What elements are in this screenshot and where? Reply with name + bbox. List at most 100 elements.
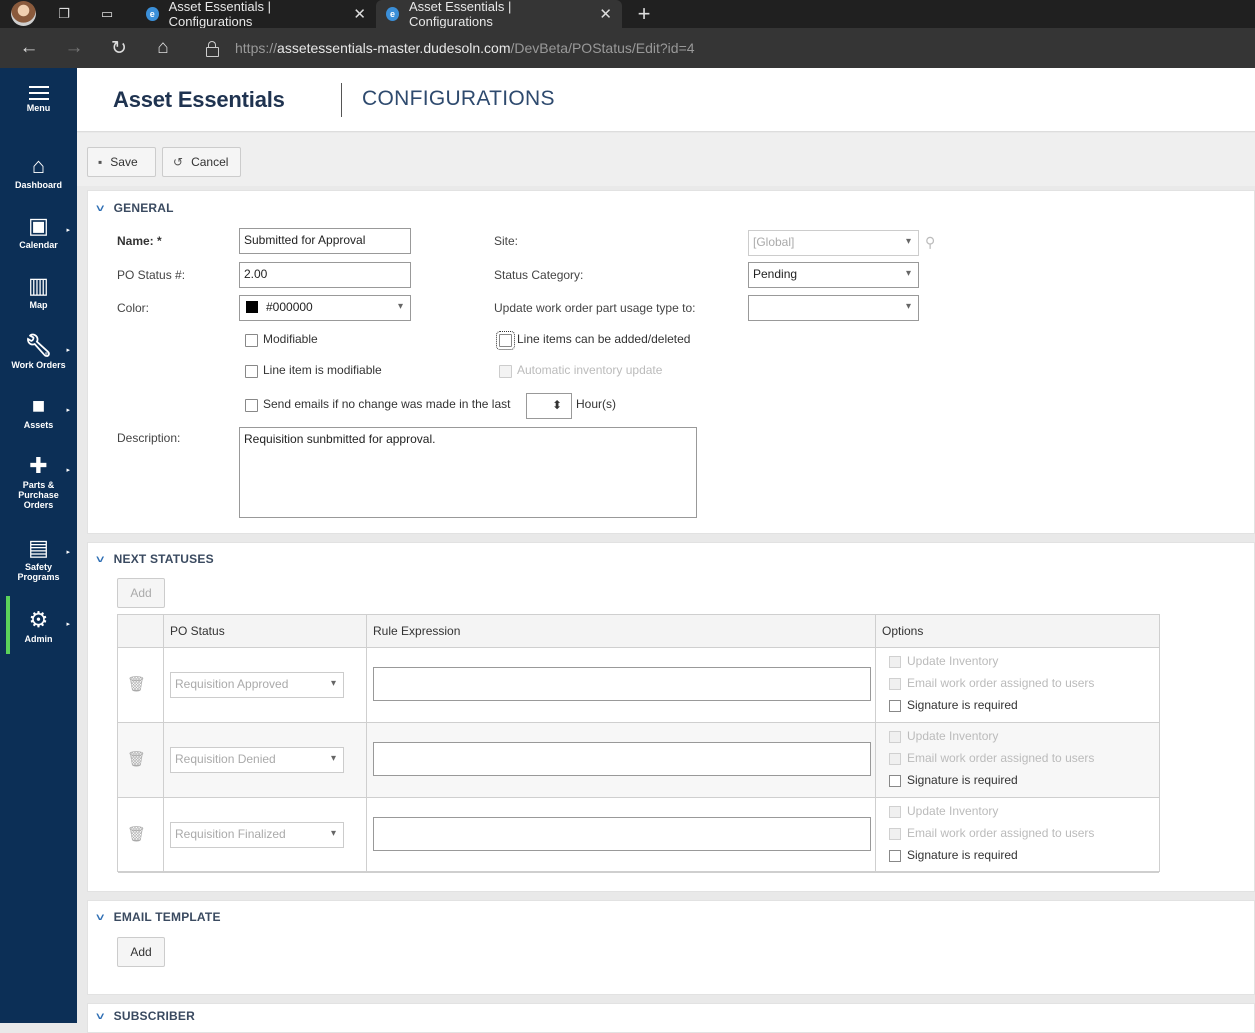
site-favicon-icon: e	[146, 7, 159, 21]
map-icon: ▥	[28, 273, 49, 298]
po-status-select[interactable]: Requisition Denied	[170, 747, 344, 773]
floppy-disk-icon: ▪	[98, 155, 103, 169]
table-row: 🗑︎ Requisition Approved Update Inventory…	[118, 648, 1159, 723]
sidebar-item-map[interactable]: ▥ Map	[0, 273, 77, 311]
email-work-order-checkbox[interactable]	[889, 828, 901, 840]
signature-required-checkbox[interactable]	[889, 850, 901, 862]
close-tab-icon[interactable]: ✕	[353, 5, 366, 23]
update-wo-part-usage-label: Update work order part usage type to:	[494, 301, 696, 315]
line-items-added-deleted-checkbox[interactable]	[496, 331, 515, 350]
email-template-panel	[87, 900, 1255, 995]
signature-required-checkbox[interactable]	[889, 700, 901, 712]
new-tab-icon[interactable]: +	[633, 1, 655, 27]
table-row: 🗑︎ Requisition Finalized Update Inventor…	[118, 798, 1159, 873]
subscriber-section-header[interactable]: ˅ SUBSCRIBER	[96, 1009, 195, 1023]
color-picker[interactable]: #000000	[239, 295, 411, 321]
site-select[interactable]: [Global]	[748, 230, 919, 256]
caret-right-icon: ▸	[66, 407, 70, 414]
update-inventory-checkbox[interactable]	[889, 731, 901, 743]
save-button[interactable]: ▪ Save	[87, 147, 156, 177]
browser-address-bar: ← → ↻ ⌂ https://assetessentials-master.d…	[0, 28, 1255, 68]
po-status-select[interactable]: Requisition Finalized	[170, 822, 344, 848]
trash-icon[interactable]: 🗑︎	[127, 677, 146, 693]
url-field[interactable]: https://assetessentials-master.dudesoln.…	[205, 36, 1245, 60]
rule-expression-input[interactable]	[373, 742, 871, 776]
sidebar-item-assets[interactable]: ■ Assets ▸	[0, 393, 77, 431]
description-textarea[interactable]: Requisition sunbmitted for approval.	[239, 427, 697, 518]
sidebar-item-label: Parts & Purchase Orders	[18, 480, 59, 510]
home-icon[interactable]: ⌂	[151, 36, 175, 60]
site-favicon-icon: e	[386, 7, 400, 21]
column-divider	[875, 615, 876, 871]
line-item-modifiable-label: Line item is modifiable	[263, 363, 382, 377]
briefcase-icon: ■	[31, 393, 46, 418]
puzzle-icon: ✚	[29, 453, 48, 478]
status-category-select[interactable]: Pending	[748, 262, 919, 288]
send-emails-checkbox[interactable]	[245, 399, 258, 412]
name-input[interactable]: Submitted for Approval	[239, 228, 411, 254]
add-next-status-button[interactable]: Add	[117, 578, 165, 608]
po-status-select[interactable]: Requisition Approved	[170, 672, 344, 698]
sidebar-item-safety-programs[interactable]: ▤ Safety Programs ▸	[0, 536, 77, 583]
browser-tab-title: Asset Essentials | Configurations	[409, 0, 512, 29]
column-divider	[366, 615, 367, 871]
email-work-order-label: Email work order assigned to users	[907, 676, 1095, 690]
table-header: PO Status Rule Expression Options	[118, 615, 1159, 648]
undo-icon: ↺	[173, 155, 184, 169]
sidebar-item-calendar[interactable]: ▣ Calendar ▸	[0, 213, 77, 251]
location-pin-icon[interactable]: ⚲	[925, 234, 935, 251]
signature-required-label: Signature is required	[907, 848, 1018, 862]
hours-label: Hour(s)	[576, 397, 617, 411]
sidebar-item-admin[interactable]: ⚙ Admin ▸	[0, 608, 77, 645]
sidebar-item-label: Assets	[23, 420, 54, 430]
line-item-modifiable-checkbox[interactable]	[245, 365, 258, 378]
profile-avatar[interactable]	[11, 1, 36, 26]
hours-spinner[interactable]	[526, 393, 572, 419]
email-template-section-header[interactable]: ˅ EMAIL TEMPLATE	[96, 910, 221, 924]
brand-logo: Asset Essentials	[113, 87, 285, 112]
update-inventory-checkbox[interactable]	[889, 656, 901, 668]
sidebar-item-menu[interactable]: Menu	[0, 86, 77, 113]
line-items-added-deleted-label: Line items can be added/deleted	[517, 332, 691, 346]
add-email-template-button[interactable]: Add	[117, 937, 165, 967]
po-status-number-input[interactable]: 2.00	[239, 262, 411, 288]
chevron-down-icon: ˅	[96, 554, 105, 566]
workspaces-icon[interactable]: ❐	[53, 3, 75, 25]
rule-expression-input[interactable]	[373, 667, 871, 701]
automatic-inventory-label: Automatic inventory update	[517, 363, 663, 377]
back-arrow-icon[interactable]: ←	[17, 36, 41, 60]
automatic-inventory-checkbox[interactable]	[499, 365, 512, 378]
table-row: 🗑︎ Requisition Denied Update Inventory E…	[118, 723, 1159, 798]
sidebar-item-work-orders[interactable]: 🔧︎ Work Orders ▸	[0, 334, 77, 371]
calendar-icon: ▣	[28, 213, 49, 238]
trash-icon[interactable]: 🗑︎	[127, 752, 146, 768]
email-work-order-checkbox[interactable]	[889, 678, 901, 690]
update-wo-part-usage-select[interactable]	[748, 295, 919, 321]
color-label: Color:	[117, 301, 150, 315]
sidebar-item-parts-purchase-orders[interactable]: ✚ Parts & Purchase Orders ▸	[0, 453, 77, 511]
rule-expression-input[interactable]	[373, 817, 871, 851]
site-label: Site:	[494, 234, 519, 248]
page-title: CONFIGURATIONS	[362, 87, 555, 110]
update-inventory-label: Update Inventory	[907, 729, 999, 743]
trash-icon[interactable]: 🗑︎	[127, 827, 146, 843]
general-section-header[interactable]: ˅ GENERAL	[96, 201, 174, 215]
browser-tab-2[interactable]: e Asset Essentials | Configurations ✕	[376, 0, 622, 29]
next-statuses-section-header[interactable]: ˅ NEXT STATUSES	[96, 552, 214, 566]
browser-tab-1[interactable]: e Asset Essentials | Configurations ✕	[136, 0, 376, 29]
email-work-order-checkbox[interactable]	[889, 753, 901, 765]
modifiable-checkbox[interactable]	[245, 334, 258, 347]
sidebar-item-dashboard[interactable]: ⌂ Dashboard	[0, 154, 77, 191]
color-swatch	[246, 301, 258, 313]
tab-actions-icon[interactable]: ▭	[96, 3, 118, 25]
toolbar: ▪ Save ↺ Cancel	[77, 133, 1255, 186]
signature-required-checkbox[interactable]	[889, 775, 901, 787]
update-inventory-checkbox[interactable]	[889, 806, 901, 818]
close-tab-icon[interactable]: ✕	[599, 5, 612, 23]
column-header-options: Options	[882, 624, 924, 638]
cancel-button[interactable]: ↺ Cancel	[162, 147, 241, 177]
caret-right-icon: ▸	[66, 549, 70, 556]
forward-arrow-icon[interactable]: →	[62, 36, 86, 60]
refresh-icon[interactable]: ↻	[107, 36, 131, 60]
app-sidebar: Menu ⌂ Dashboard ▣ Calendar ▸ ▥ Map 🔧︎ W…	[0, 68, 77, 1023]
